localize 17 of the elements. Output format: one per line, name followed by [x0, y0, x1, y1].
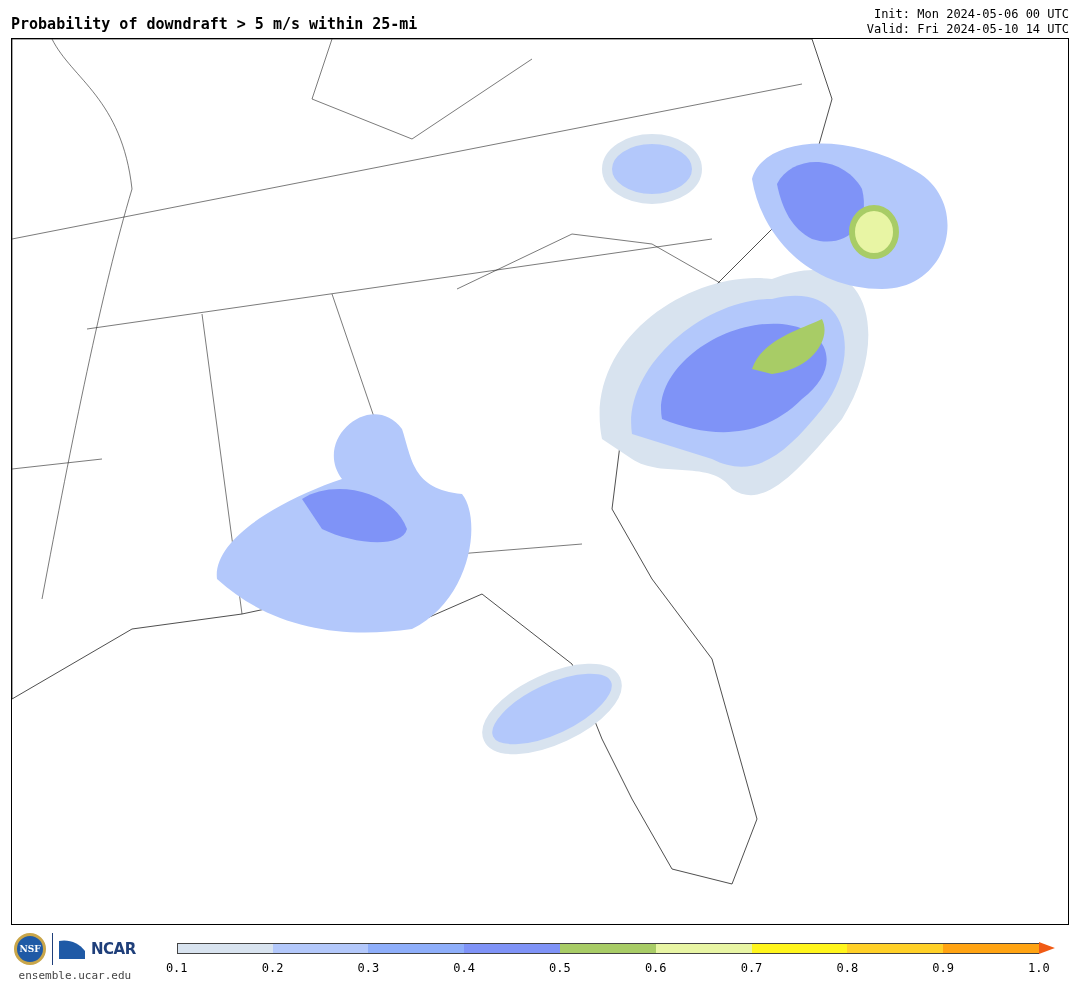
tick-label: 0.2 — [260, 961, 285, 975]
tick-label: 0.6 — [643, 961, 668, 975]
tick-label: 0.4 — [452, 961, 476, 975]
tick-label: 0.5 — [548, 961, 572, 975]
chart-title: Probability of downdraft > 5 m/s within 25-mi — [11, 15, 418, 35]
init-time: Init: Mon 2024-05-06 00 UTC — [873, 7, 1069, 22]
tick-label: 0.3 — [356, 961, 381, 975]
tick-label: 0.8 — [835, 961, 860, 975]
tick-label: 1.0 — [1027, 961, 1051, 975]
nsf-logo: NSF — [14, 933, 46, 965]
ncar-logo-icon — [59, 939, 85, 959]
ncar-logo-text: NCAR — [91, 940, 136, 958]
valid-time: Valid: Fri 2024-05-10 14 UTC — [866, 22, 1069, 37]
tick-label: 0.9 — [931, 961, 955, 975]
tick-label: 0.7 — [739, 961, 764, 975]
website-label: ensemble.ucar.edu — [18, 969, 132, 982]
tick-label: 0.1 — [164, 961, 189, 975]
